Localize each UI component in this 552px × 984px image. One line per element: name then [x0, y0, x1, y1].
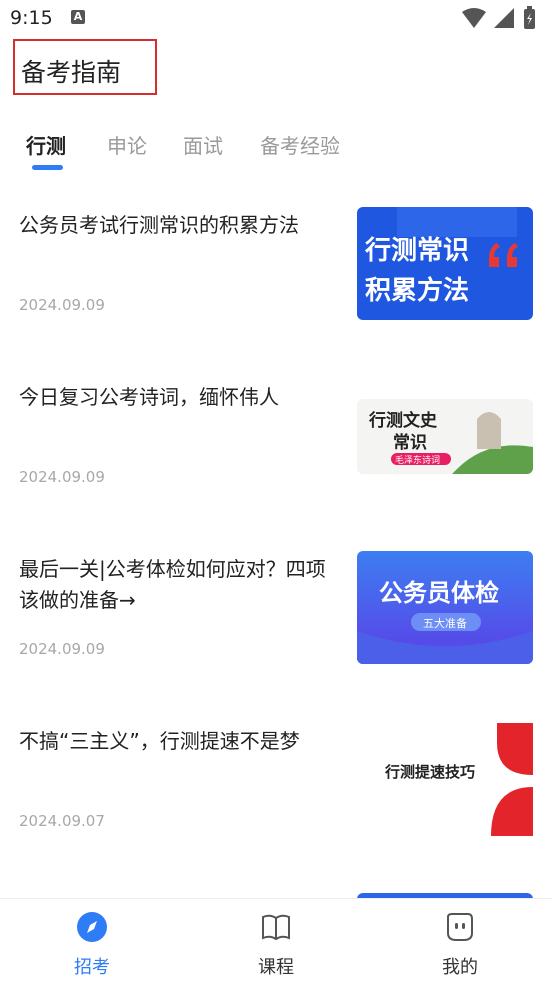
status-bar: 9:15 A — [0, 0, 552, 36]
nav-label: 招考 — [74, 957, 110, 978]
category-tabs: 行测 申论 面试 备考经验 — [0, 126, 552, 176]
thumb-tag: 毛泽东诗词 — [395, 454, 440, 466]
article-item[interactable]: 不搞“三主义”，行测提速不是梦 2024.09.07 行测提速技巧 — [0, 716, 552, 888]
page-title: 备考指南 — [21, 58, 122, 87]
article-item[interactable]: 最后一关|公考体检如何应对？四项该做的准备→ 2024.09.09 公务员体检 … — [0, 544, 552, 716]
active-tab-indicator — [32, 165, 63, 170]
article-thumbnail: 行测常识 积累方法 — [357, 207, 533, 320]
wifi-icon — [462, 8, 486, 28]
thumb-line2: 积累方法 — [365, 275, 469, 306]
status-time: 9:15 — [10, 7, 53, 29]
nav-zhaokao[interactable]: 招考 — [0, 899, 184, 984]
compass-icon — [77, 912, 107, 942]
notification-a-icon: A — [71, 10, 85, 24]
article-date: 2024.09.09 — [19, 468, 105, 486]
face-icon — [447, 913, 473, 941]
article-title: 不搞“三主义”，行测提速不是梦 — [19, 729, 300, 753]
article-date: 2024.09.07 — [19, 812, 105, 830]
article-thumbnail: 公务员体检 五大准备 — [357, 551, 533, 664]
article-item[interactable]: 公务员考试行测常识的积累方法 2024.09.09 行测常识 积累方法 — [0, 200, 552, 372]
thumb-tag: 五大准备 — [423, 616, 467, 630]
nav-kecheng[interactable]: 课程 — [184, 899, 368, 984]
nav-label: 课程 — [258, 957, 294, 978]
article-date: 2024.09.09 — [19, 296, 105, 314]
thumb-line2: 常识 — [393, 432, 427, 453]
article-date: 2024.09.09 — [19, 640, 105, 658]
thumb-line1: 行测文史 — [368, 410, 438, 431]
article-title: 最后一关|公考体检如何应对？四项该做的准备→ — [19, 557, 326, 612]
tab-xingce[interactable]: 行测 — [26, 130, 66, 159]
thumb-line1: 行测常识 — [364, 235, 469, 266]
tab-shenlun[interactable]: 申论 — [107, 130, 147, 159]
status-icons — [462, 6, 535, 29]
page-title-box: 备考指南 — [13, 39, 157, 95]
signal-icon — [494, 8, 514, 28]
bottom-nav: 招考 课程 我的 — [0, 898, 552, 984]
nav-wode[interactable]: 我的 — [368, 899, 552, 984]
thumb-line1: 公务员体检 — [379, 579, 499, 607]
article-thumbnail: 行测文史 常识 毛泽东诗词 — [357, 399, 533, 474]
article-item[interactable]: 今日复习公考诗词，缅怀伟人 2024.09.09 行测文史 常识 毛泽东诗词 — [0, 372, 552, 544]
tab-beikao-jingyan[interactable]: 备考经验 — [260, 130, 340, 159]
nav-label: 我的 — [442, 957, 478, 978]
article-title: 公务员考试行测常识的积累方法 — [19, 213, 299, 237]
book-icon — [262, 914, 290, 941]
thumb-line1: 行测提速技巧 — [384, 763, 475, 781]
article-title: 今日复习公考诗词，缅怀伟人 — [19, 385, 279, 409]
article-thumbnail: 行测提速技巧 — [357, 723, 533, 836]
tab-mianshi[interactable]: 面试 — [183, 130, 223, 159]
